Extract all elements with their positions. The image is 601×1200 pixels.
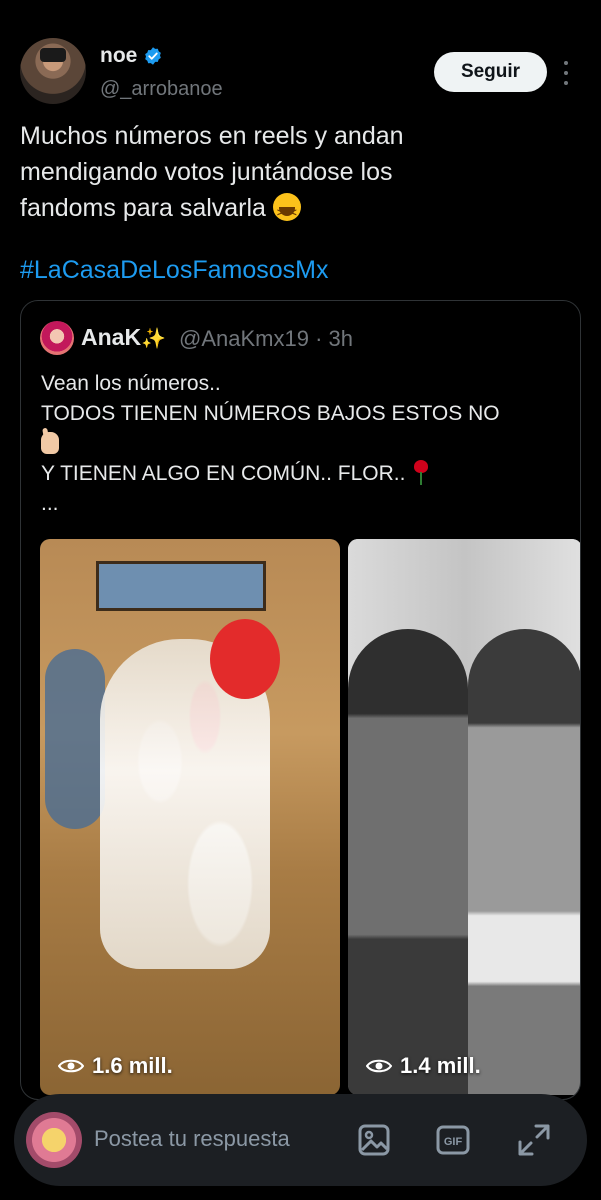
media-video-1[interactable]: 1.6 mill. bbox=[40, 539, 340, 1095]
tweet-text-content: Muchos números en reels y andan mendigan… bbox=[20, 122, 404, 222]
person-right bbox=[468, 629, 580, 1095]
view-count-1: 1.6 mill. bbox=[58, 1053, 173, 1079]
author-name[interactable]: noe bbox=[100, 44, 137, 68]
reply-composer[interactable]: Postea tu respuesta GIF bbox=[14, 1094, 587, 1186]
quoted-author-name-text: AnaK bbox=[81, 324, 142, 350]
view-count-2: 1.4 mill. bbox=[366, 1053, 481, 1079]
quoted-line-4-text: Y TIENEN ALGO EN COMÚN.. FLOR.. bbox=[41, 462, 412, 485]
gif-icon[interactable]: GIF bbox=[435, 1122, 471, 1158]
rose-emoji-icon bbox=[411, 460, 431, 486]
quoted-line-2: TODOS TIENEN NÚMEROS BAJOS ESTOS NO bbox=[41, 402, 500, 425]
quoted-line-1: Vean los números.. bbox=[41, 372, 221, 395]
view-count-2-text: 1.4 mill. bbox=[400, 1053, 481, 1078]
meta-separator: · bbox=[315, 326, 323, 351]
person-left bbox=[348, 629, 468, 1095]
follow-button[interactable]: Seguir bbox=[434, 52, 547, 92]
verified-badge-icon bbox=[145, 47, 162, 65]
quoted-line-5: ... bbox=[41, 492, 59, 515]
fingers-crossed-emoji-icon bbox=[41, 432, 59, 454]
quoted-tweet[interactable]: AnaK✨ @AnaKmx19 · 3h Vean los números.. … bbox=[20, 300, 581, 1100]
quoted-author-avatar bbox=[40, 321, 74, 355]
quoted-line-3 bbox=[41, 429, 571, 459]
author-name-row: noe bbox=[100, 44, 163, 68]
view-count-1-text: 1.6 mill. bbox=[92, 1053, 173, 1078]
author-avatar[interactable] bbox=[20, 38, 86, 104]
media-video-2[interactable]: 1.4 mill. bbox=[348, 539, 580, 1095]
red-hair bbox=[210, 619, 280, 699]
current-user-avatar bbox=[26, 1112, 82, 1168]
quoted-line-4: Y TIENEN ALGO EN COMÚN.. FLOR.. bbox=[41, 459, 571, 489]
author-handle[interactable]: @_arrobanoe bbox=[100, 78, 223, 101]
background-painting bbox=[96, 561, 266, 611]
reply-input[interactable]: Postea tu respuesta bbox=[94, 1126, 290, 1152]
tweet-header: noe @_arrobanoe Seguir bbox=[20, 38, 581, 108]
background-person bbox=[45, 649, 105, 829]
image-icon[interactable] bbox=[356, 1122, 392, 1158]
hashtag-link[interactable]: #LaCasaDeLosFamososMx bbox=[20, 256, 328, 285]
quoted-time: 3h bbox=[328, 326, 354, 351]
svg-text:GIF: GIF bbox=[444, 1136, 463, 1148]
quoted-text: Vean los números.. TODOS TIENEN NÚMEROS … bbox=[41, 369, 571, 519]
more-options-icon[interactable] bbox=[558, 58, 574, 88]
expand-icon[interactable] bbox=[516, 1122, 552, 1158]
sparkles-icon: ✨ bbox=[141, 328, 166, 350]
quoted-meta: @AnaKmx19 · 3h bbox=[179, 326, 353, 352]
quoted-author-name: AnaK✨ bbox=[81, 324, 166, 351]
laughing-emoji-icon bbox=[272, 193, 301, 231]
eye-icon bbox=[58, 1059, 84, 1073]
tweet-text: Muchos números en reels y andan mendigan… bbox=[20, 118, 580, 231]
quoted-author-handle: @AnaKmx19 bbox=[179, 326, 309, 351]
eye-icon bbox=[366, 1059, 392, 1073]
